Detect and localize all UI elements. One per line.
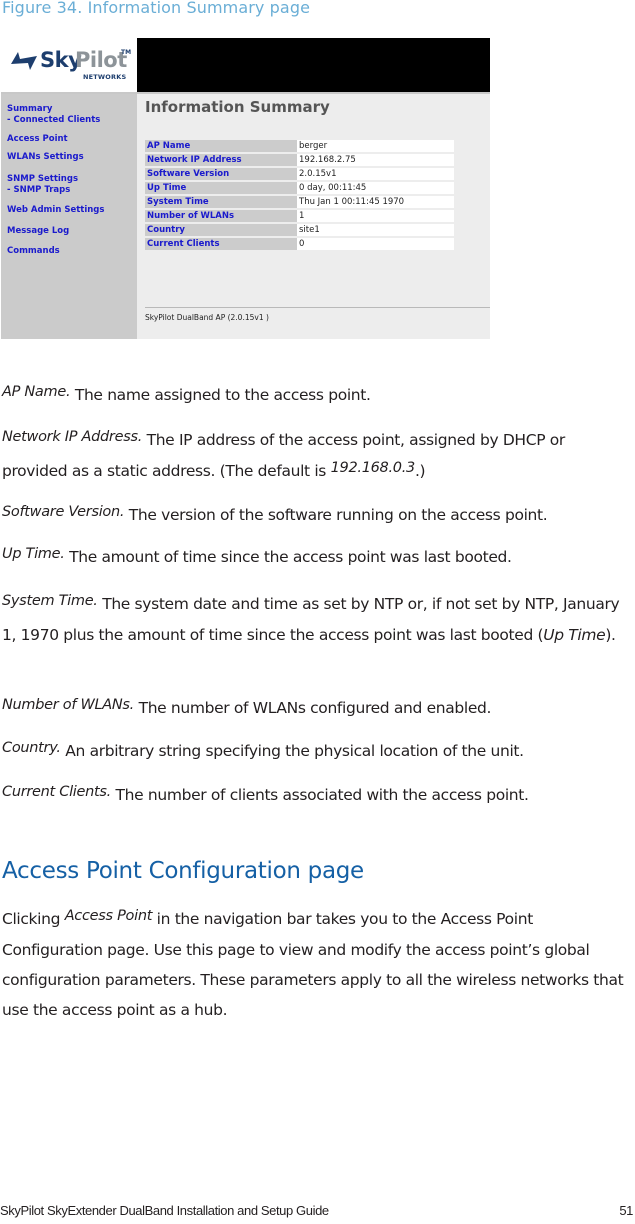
page-title: Information Summary (145, 98, 330, 116)
nav-item-snmp-settings[interactable]: SNMP Settings (7, 174, 78, 185)
definition-term: Up Time. (2, 546, 65, 562)
guide-title: SkyPilot SkyExtender DualBand Installati… (0, 1203, 329, 1218)
definition-system-time: System Time. The system date and time as… (2, 589, 632, 650)
nav-item-connected-clients[interactable]: - Connected Clients (7, 115, 100, 126)
definition-text: The amount of time since the access poin… (64, 548, 512, 566)
row-value: 0 (297, 238, 454, 250)
nav-item-commands[interactable]: Commands (7, 246, 60, 257)
skypilot-wing-icon (11, 52, 37, 70)
nav-group-summary: Summary - Connected Clients (7, 104, 100, 126)
definition-current-clients: Current Clients. The number of clients a… (2, 780, 632, 811)
definition-number-of-wlans: Number of WLANs. The number of WLANs con… (2, 693, 632, 724)
device-version-footer: SkyPilot DualBand AP (2.0.15v1 ) (145, 313, 269, 322)
logo-area: Sky Pilot TM NETWORKS (1, 38, 137, 92)
row-value: 2.0.15v1 (297, 168, 454, 180)
row-label: Number of WLANs (145, 210, 297, 222)
table-row: Network IP Address 192.168.2.75 (145, 154, 454, 166)
table-row: AP Name berger (145, 140, 454, 152)
row-label: System Time (145, 196, 297, 208)
info-summary-table: AP Name berger Network IP Address 192.16… (145, 138, 454, 252)
table-row: Number of WLANs 1 (145, 210, 454, 222)
definition-term: Software Version. (2, 504, 125, 520)
definition-term: Country. (2, 740, 61, 756)
row-label: Software Version (145, 168, 297, 180)
definition-text: The version of the software running on t… (124, 506, 548, 524)
table-row: Up Time 0 day, 00:11:45 (145, 182, 454, 194)
definition-text: The number of clients associated with th… (110, 786, 529, 804)
logo-trademark: TM (121, 49, 132, 56)
definition-term: Number of WLANs. (2, 697, 134, 713)
section-intro-before: Clicking (2, 910, 65, 928)
table-row: Current Clients 0 (145, 238, 454, 250)
section-heading: Access Point Configuration page (2, 858, 364, 884)
content-panel: Information Summary AP Name berger Netwo… (137, 94, 490, 339)
nav-item-message-log[interactable]: Message Log (7, 226, 69, 237)
row-value: 1 (297, 210, 454, 222)
row-value: berger (297, 140, 454, 152)
table-row: Country site1 (145, 224, 454, 236)
nav-group-commands: Commands (7, 246, 60, 257)
table-row: System Time Thu Jan 1 00:11:45 1970 (145, 196, 454, 208)
definition-software-version: Software Version. The version of the sof… (2, 500, 632, 531)
definition-text-after: .) (414, 462, 426, 480)
header-banner (137, 38, 490, 92)
skypilot-logo: Sky Pilot TM NETWORKS (9, 48, 135, 86)
row-label: Current Clients (145, 238, 297, 250)
logo-subtitle: NETWORKS (83, 73, 127, 81)
nav-group-web-admin: Web Admin Settings (7, 205, 104, 216)
definition-text: An arbitrary string specifying the physi… (60, 742, 524, 760)
definition-text: The number of WLANs configured and enabl… (134, 699, 492, 717)
nav-item-summary[interactable]: Summary (7, 104, 100, 115)
row-value: site1 (297, 224, 454, 236)
content-divider (145, 307, 490, 308)
nav-group-wlans: WLANs Settings (7, 152, 84, 163)
row-label: Network IP Address (145, 154, 297, 166)
definition-network-ip: Network IP Address. The IP address of th… (2, 425, 632, 487)
logo-brand-secondary: Pilot (75, 48, 127, 72)
row-label: Country (145, 224, 297, 236)
nav-group-message-log: Message Log (7, 226, 69, 237)
section-intro: Clicking Access Point in the navigation … (2, 904, 632, 1025)
row-value: Thu Jan 1 00:11:45 1970 (297, 196, 454, 208)
row-label: AP Name (145, 140, 297, 152)
definition-text-after: ). (605, 626, 616, 644)
definition-country: Country. An arbitrary string specifying … (2, 736, 632, 767)
nav-item-wlans-settings[interactable]: WLANs Settings (7, 152, 84, 163)
nav-item-snmp-traps[interactable]: - SNMP Traps (7, 185, 78, 196)
page-number: 51 (619, 1203, 633, 1218)
definition-term: System Time. (2, 593, 98, 609)
section-intro-term: Access Point (64, 908, 153, 924)
definition-term: Current Clients. (2, 784, 111, 800)
nav-item-web-admin-settings[interactable]: Web Admin Settings (7, 205, 104, 216)
nav-group-snmp: SNMP Settings - SNMP Traps (7, 174, 78, 196)
nav-group-access-point: Access Point (7, 134, 68, 145)
table-row: Software Version 2.0.15v1 (145, 168, 454, 180)
page-footer: SkyPilot SkyExtender DualBand Installati… (0, 1203, 633, 1218)
definition-inline-term: Up Time (543, 626, 606, 644)
row-value: 192.168.2.75 (297, 154, 454, 166)
definition-up-time: Up Time. The amount of time since the ac… (2, 542, 632, 573)
definition-term: AP Name. (2, 384, 71, 400)
definition-ap-name: AP Name. The name assigned to the access… (2, 380, 632, 411)
row-value: 0 day, 00:11:45 (297, 182, 454, 194)
definition-inline-term: 192.168.0.3 (330, 460, 416, 476)
nav-sidebar: Summary - Connected Clients Access Point… (1, 94, 137, 339)
row-label: Up Time (145, 182, 297, 194)
figure-caption: Figure 34. Information Summary page (2, 0, 311, 17)
nav-item-access-point[interactable]: Access Point (7, 134, 68, 145)
definition-text: The name assigned to the access point. (70, 386, 371, 404)
section-intro-after: in the navigation bar takes you to the A… (2, 910, 624, 1019)
information-summary-screenshot: Sky Pilot TM NETWORKS Summary - Connecte… (1, 38, 490, 339)
definition-term: Network IP Address. (2, 429, 143, 445)
